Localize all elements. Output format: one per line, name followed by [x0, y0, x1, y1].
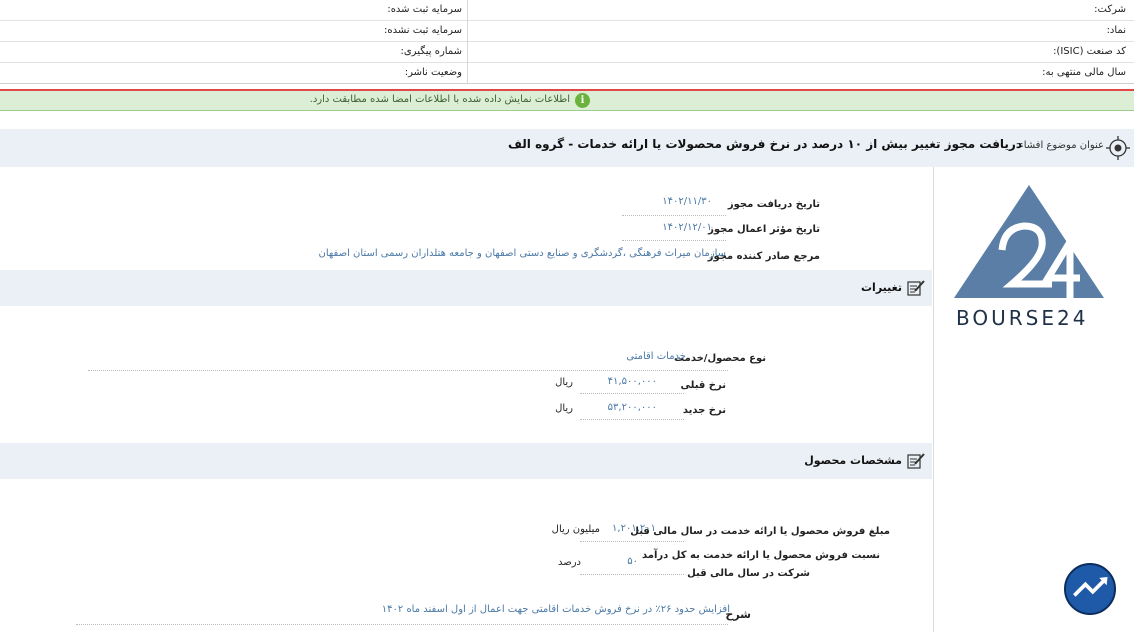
- fiscal-year-label: سال مالی منتهی به:: [1042, 67, 1126, 78]
- edit-icon: [907, 453, 925, 469]
- unregistered-capital-label: سرمایه ثبت نشده:: [384, 25, 462, 36]
- receive-date-label: تاریخ دریافت مجوز: [727, 199, 820, 210]
- publisher-status-label: وضعیت ناشر:: [404, 67, 462, 78]
- prev-rate-value: ۴۱,۵۰۰,۰۰۰: [607, 376, 657, 387]
- sales-unit: میلیون ریال: [551, 524, 600, 535]
- prev-rate-unit: ریال: [555, 377, 573, 388]
- new-rate-value: ۵۳,۲۰۰,۰۰۰: [607, 402, 657, 413]
- disclosure-title-value: دریافت مجوز تغییر بیش از ۱۰ درصد در نرخ …: [508, 137, 1022, 151]
- changes-title: تغییرات: [861, 281, 902, 294]
- ratio-value: ۵۰: [627, 556, 638, 567]
- symbol-label: نماد:: [1106, 25, 1126, 36]
- description-value: افزایش حدود ۲۶٪ در نرخ فروش خدمات اقامتی…: [381, 604, 730, 615]
- logo-text: BOURSE24: [956, 306, 1089, 330]
- product-type-value: خدمات اقامتی: [626, 351, 686, 362]
- product-type-label: نوع محصول/خدمت: [674, 353, 766, 364]
- product-section-bar: مشخصات محصول: [0, 443, 932, 479]
- isic-label: کد صنعت (ISIC):: [1053, 46, 1126, 57]
- info-row-fiscal: سال مالی منتهی به: وضعیت ناشر:: [0, 63, 1134, 84]
- tracking-number-label: شماره پیگیری:: [400, 46, 462, 57]
- company-label: شرکت:: [1094, 4, 1126, 15]
- ratio-unit: درصد: [557, 557, 581, 568]
- prev-rate-label: نرخ قبلی: [680, 380, 727, 391]
- column-divider: [933, 167, 934, 632]
- registered-capital-label: سرمایه ثبت شده:: [387, 4, 462, 15]
- sales-label: مبلغ فروش محصول یا ارائه خدمت در سال مال…: [630, 526, 890, 537]
- edit-icon: [907, 280, 925, 296]
- verification-alert: اطلاعات نمایش داده شده با اطلاعات امضا ش…: [0, 91, 1134, 111]
- disclosure-title-bar: عنوان موضوع افشاء: دریافت مجوز تغییر بیش…: [0, 129, 1134, 167]
- alert-text: اطلاعات نمایش داده شده با اطلاعات امضا ش…: [309, 94, 570, 105]
- ratio-label-line1: نسبت فروش محصول یا ارائه خدمت به کل درآم…: [642, 550, 880, 561]
- sales-value: ۱,۲۰۱,۲۰۱: [612, 523, 656, 534]
- target-icon: [1106, 136, 1130, 160]
- company-info-grid: شرکت: سرمایه ثبت شده: نماد: سرمایه ثبت ن…: [0, 0, 1134, 84]
- info-row-symbol: نماد: سرمایه ثبت نشده:: [0, 21, 1134, 42]
- new-rate-unit: ریال: [555, 403, 573, 414]
- changes-section-bar: تغییرات: [0, 270, 932, 306]
- info-icon: i: [575, 93, 590, 108]
- disclosure-title-label: عنوان موضوع افشاء:: [1015, 140, 1104, 151]
- product-title: مشخصات محصول: [804, 454, 902, 467]
- effective-date-value: ۱۴۰۲/۱۲/۰۱: [662, 222, 712, 233]
- info-row-isic: کد صنعت (ISIC): شماره پیگیری:: [0, 42, 1134, 63]
- issuer-value: سازمان میراث فرهنگی ،گردشگری و صنایع دست…: [318, 248, 726, 259]
- effective-date-label: تاریخ مؤثر اعمال مجوز: [708, 224, 820, 235]
- info-row-company: شرکت: سرمایه ثبت شده:: [0, 0, 1134, 21]
- ratio-label-line2: شرکت در سال مالی قبل: [687, 568, 810, 579]
- receive-date-value: ۱۴۰۲/۱۱/۳۰: [662, 196, 712, 207]
- new-rate-label: نرخ جدید: [682, 405, 726, 416]
- trend-badge-icon[interactable]: [1064, 563, 1116, 615]
